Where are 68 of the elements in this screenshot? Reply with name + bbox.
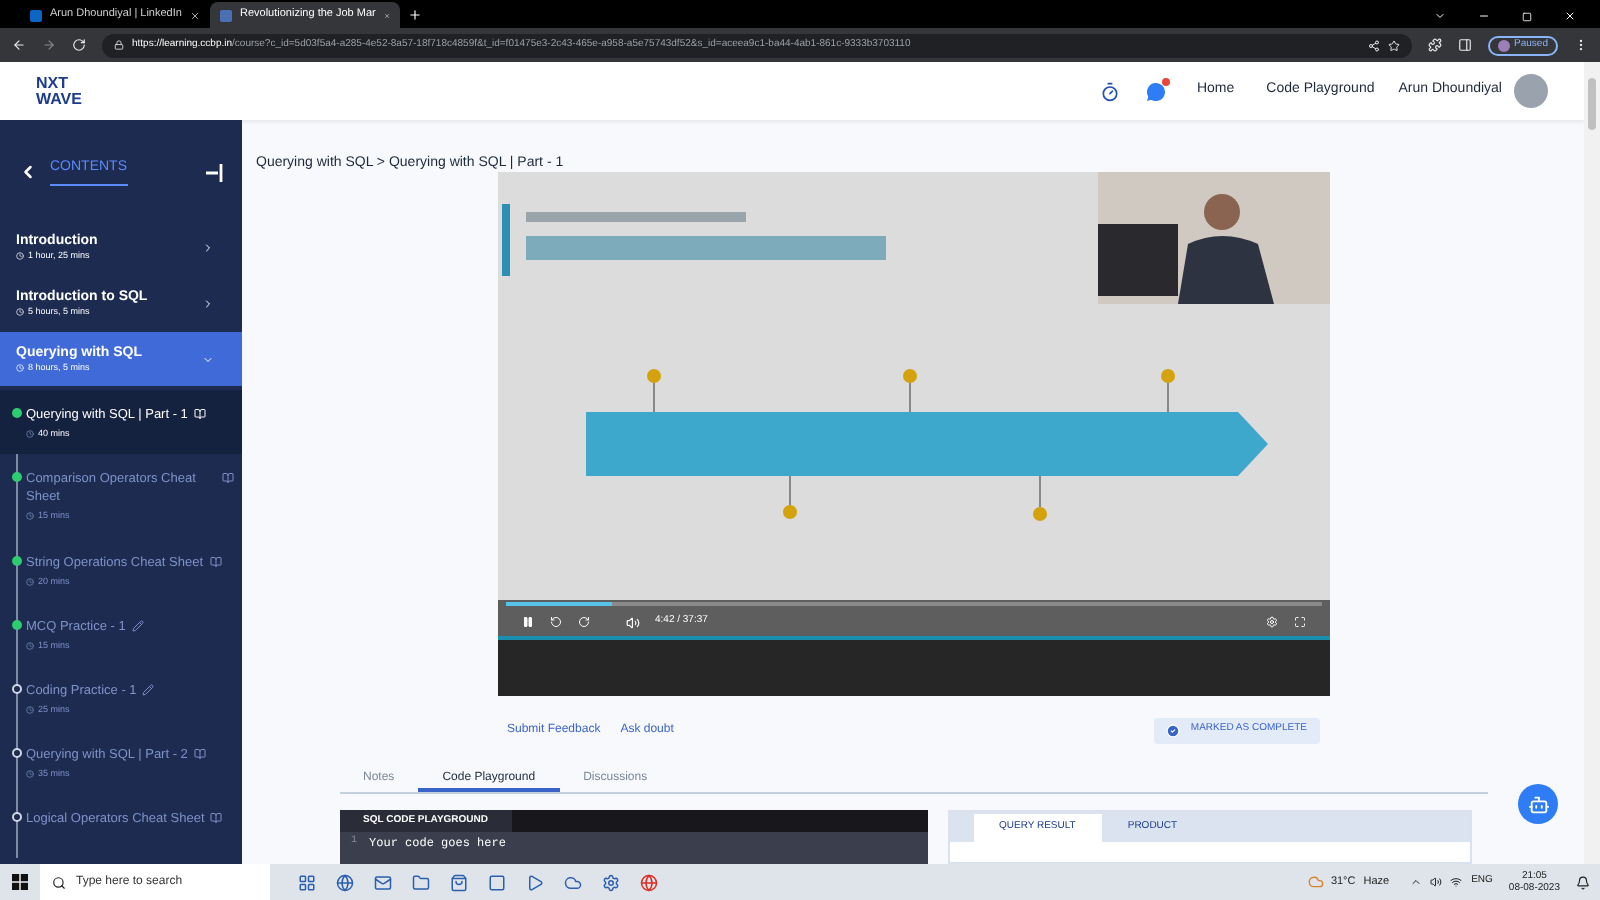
extensions-icon[interactable] — [1428, 38, 1443, 52]
scrollbar[interactable] — [1584, 62, 1600, 864]
lock-icon — [114, 40, 124, 50]
logo[interactable]: NXT WAVE — [36, 75, 82, 107]
close-icon[interactable] — [189, 9, 200, 21]
book-icon — [222, 472, 234, 484]
assistant-button[interactable] — [1518, 784, 1558, 824]
taskbar-app-icon[interactable] — [298, 873, 316, 891]
chevron-right-icon — [202, 297, 214, 309]
settings-icon[interactable] — [1265, 616, 1277, 628]
volume-icon[interactable] — [1429, 876, 1442, 888]
clock-icon — [26, 512, 34, 521]
check-icon — [1166, 723, 1181, 737]
network-icon[interactable] — [1449, 876, 1462, 888]
reload-icon[interactable] — [72, 38, 86, 52]
volume-icon[interactable] — [625, 615, 639, 629]
side-panel-icon[interactable] — [1458, 38, 1473, 52]
book-icon — [193, 748, 206, 760]
bot-icon — [1527, 793, 1549, 815]
back-icon[interactable] — [18, 162, 38, 182]
clock-icon — [16, 308, 24, 316]
taskbar-app-icon[interactable] — [526, 873, 544, 891]
pause-icon[interactable] — [521, 616, 533, 628]
tray-chevron-icon[interactable] — [1409, 876, 1422, 888]
search-icon — [52, 875, 66, 889]
star-icon[interactable] — [1388, 39, 1401, 51]
clock-icon — [26, 642, 34, 651]
chevron-right-icon — [202, 241, 214, 253]
forward-icon[interactable] — [577, 616, 589, 628]
taskbar-app-icon[interactable] — [450, 873, 468, 891]
chevron-down-icon — [202, 353, 214, 365]
minimize-icon[interactable] — [1478, 10, 1490, 22]
notifications-icon[interactable] — [1576, 875, 1590, 889]
clock-icon — [16, 364, 24, 372]
clock-icon — [16, 252, 24, 260]
menu-icon[interactable] — [1574, 38, 1588, 52]
avatar-icon — [1498, 39, 1511, 51]
new-tab-icon[interactable] — [408, 8, 422, 22]
taskbar-app-icon[interactable] — [602, 873, 620, 891]
pencil-icon — [131, 620, 144, 632]
book-icon — [193, 408, 206, 420]
clock-icon — [26, 706, 34, 715]
taskbar-app-icon[interactable] — [640, 873, 658, 891]
taskbar-app-icon[interactable] — [412, 873, 430, 891]
rewind-icon[interactable] — [549, 616, 561, 628]
taskbar-app-icon[interactable] — [336, 873, 354, 891]
windows-icon[interactable] — [12, 874, 28, 890]
taskbar-app-icon[interactable] — [374, 873, 392, 891]
chat-icon[interactable] — [1144, 79, 1169, 103]
timer-icon[interactable] — [1100, 81, 1121, 101]
user-avatar[interactable] — [1514, 74, 1548, 108]
forward-icon[interactable] — [42, 38, 56, 52]
pencil-icon — [142, 684, 155, 696]
book-icon — [209, 556, 222, 568]
tab-search-icon[interactable] — [1434, 10, 1446, 22]
linkedin-icon — [30, 9, 42, 21]
weather-icon — [1308, 874, 1325, 890]
book-icon — [210, 812, 223, 824]
clock-icon — [26, 770, 34, 779]
clock-icon — [26, 430, 34, 439]
collapse-icon[interactable] — [206, 163, 224, 181]
site-icon — [220, 9, 232, 21]
maximize-icon[interactable] — [1522, 11, 1532, 21]
clock-icon — [26, 578, 34, 587]
taskbar-app-icon[interactable] — [564, 873, 582, 891]
share-icon[interactable] — [1368, 39, 1381, 51]
taskbar-app-icon[interactable] — [488, 873, 506, 891]
back-icon[interactable] — [12, 38, 26, 52]
